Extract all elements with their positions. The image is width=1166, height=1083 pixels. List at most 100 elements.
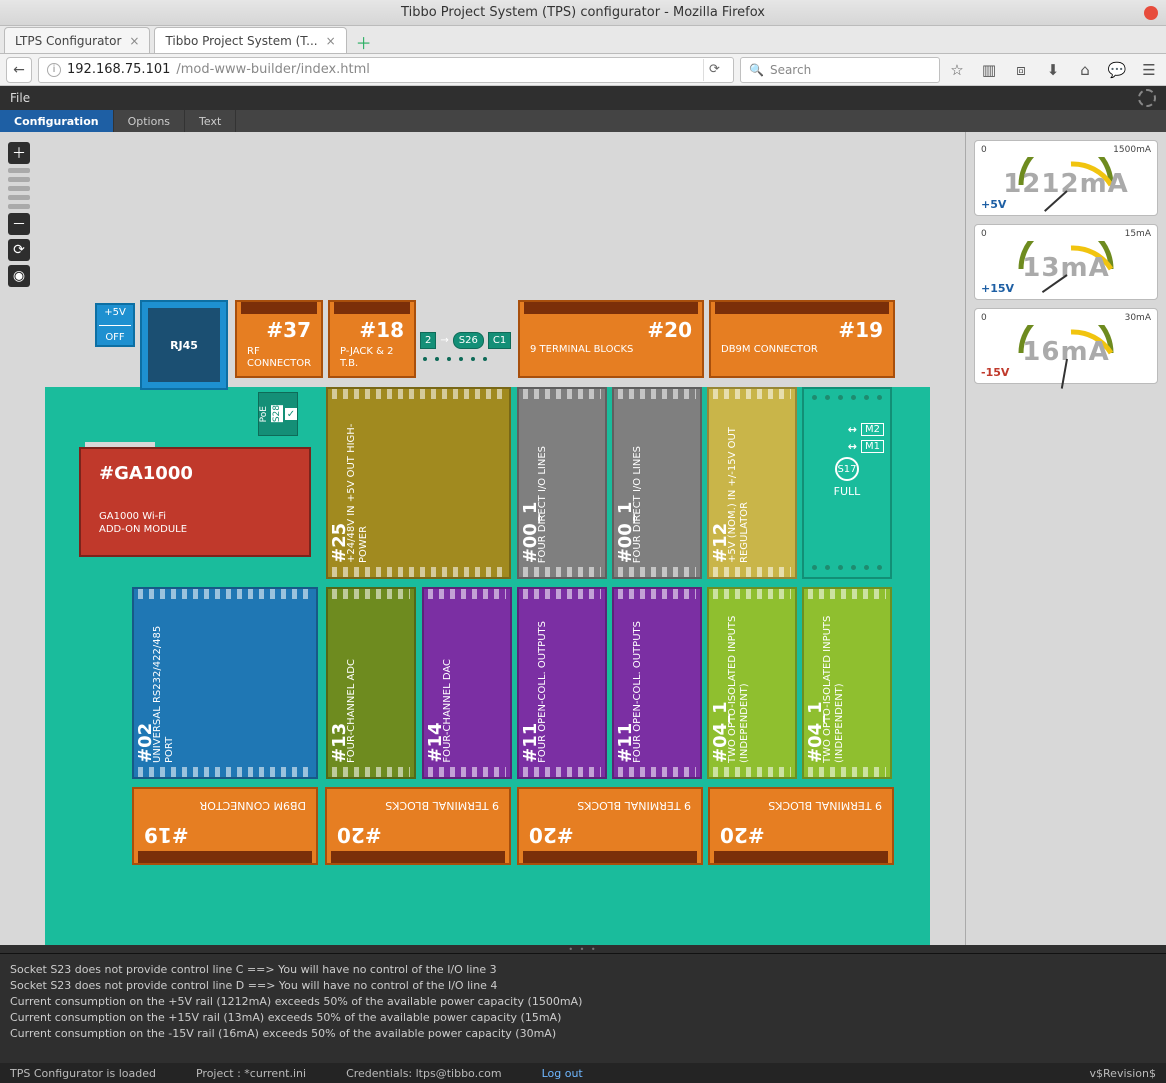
connector-label: 9 TERMINAL BLOCKS [530,344,692,356]
tab-text[interactable]: Text [185,110,236,132]
window-close-icon[interactable] [1144,6,1158,20]
slot-14[interactable]: #14FOUR-CHANNEL DAC [422,587,512,779]
slot-11-b[interactable]: #11FOUR OPEN-COLL. OUTPUTS [612,587,702,779]
zoom-step [8,195,30,200]
zoom-in-button[interactable]: ＋ [8,142,30,164]
tab-tps-configurator[interactable]: Tibbo Project System (T... × [154,27,346,53]
connector-19-bottom[interactable]: #19 DB9M CONNECTOR [132,787,318,865]
gauge-rail-label: +5V [981,198,1006,211]
search-input[interactable]: 🔍 Search [740,57,940,83]
zoom-out-button[interactable]: － [8,213,30,235]
status-bar: TPS Configurator is loaded Project : *cu… [0,1063,1166,1083]
status-message: TPS Configurator is loaded [10,1067,156,1080]
connector-37[interactable]: #37 RF CONNECTOR [235,300,323,378]
slot-label: FOUR-CHANNEL DAC [442,659,453,763]
poe-label: PoE [259,406,269,422]
connector-number: #20 [647,318,692,342]
slot-25[interactable]: #25+24/48V IN +5V OUT HIGH-POWER [326,387,511,579]
search-icon: 🔍 [749,63,764,77]
gauge-max: 30mA [1125,313,1151,323]
slot-number: #11 [620,625,632,763]
connector-20-bottom-c[interactable]: #20 9 TERMINAL BLOCKS [708,787,894,865]
gauge-max: 15mA [1125,229,1151,239]
slot-label: +24/48V IN +5V OUT HIGH-POWER [346,424,369,563]
gauge-plus15v: 015mA 13mA +15V [974,224,1158,300]
bookmark-icon[interactable]: ☆ [946,59,968,81]
download-icon[interactable]: ⬇ [1042,59,1064,81]
slot-04-b[interactable]: #04_1TWO OPTO-ISOLATED INPUTS (INDEPENDE… [802,587,892,779]
close-icon[interactable]: × [326,34,336,48]
rj45-label: RJ45 [148,308,220,382]
log-line: Current consumption on the -15V rail (16… [10,1026,1156,1042]
connector-label: 9 TERMINAL BLOCKS [385,799,499,812]
slot-02[interactable]: #02UNIVERSAL RS232/422/485 PORT [132,587,318,779]
logout-link[interactable]: Log out [542,1067,583,1080]
connector-19-top[interactable]: #19 DB9M CONNECTOR [709,300,895,378]
slot-13[interactable]: #13FOUR-CHANNEL ADC [326,587,416,779]
slot-12[interactable]: #12+5V (NOM.) IN +/-15V OUT REGULATOR [707,387,797,579]
psu-top-label: +5V [99,307,131,318]
connector-20-bottom-a[interactable]: #20 9 TERMINAL BLOCKS [325,787,511,865]
slot-00-a[interactable]: #00_1FOUR DIRECT I/O LINES [517,387,607,579]
view-button[interactable]: ◉ [8,265,30,287]
pocket-icon[interactable]: ⧈ [1010,59,1032,81]
url-input[interactable]: i 192.168.75.101/mod-www-builder/index.h… [38,57,734,83]
connector-number: #20 [529,823,574,847]
slot-11-a[interactable]: #11FOUR OPEN-COLL. OUTPUTS [517,587,607,779]
board-canvas[interactable]: ＋ － ⟳ ◉ +5V OFF RJ45 [0,132,966,945]
slot-00-b[interactable]: #00_1FOUR DIRECT I/O LINES [612,387,702,579]
mini-s2[interactable]: 2 [420,332,436,349]
log-console[interactable]: Socket S23 does not provide control line… [0,953,1166,1063]
connector-20-bottom-b[interactable]: #20 9 TERMINAL BLOCKS [517,787,703,865]
info-icon[interactable]: i [47,63,61,77]
mini-c1[interactable]: C1 [488,332,511,349]
log-line: Current consumption on the +5V rail (121… [10,994,1156,1010]
slot-number: #25 [334,407,346,563]
menu-icon[interactable]: ☰ [1138,59,1160,81]
library-icon[interactable]: ▥ [978,59,1000,81]
chat-icon[interactable]: 💬 [1106,59,1128,81]
module-ga1000[interactable]: #GA1000 GA1000 Wi-FiADD-ON MODULE [79,447,311,557]
search-placeholder: Search [770,63,811,77]
gauge-min: 0 [981,145,987,155]
connector-label: DB9M CONNECTOR [721,344,883,356]
connector-18[interactable]: #18 P-JACK & 2 T.B. [328,300,416,378]
mini-s26[interactable]: S26 [453,332,484,349]
reload-icon[interactable]: ⟳ [703,59,725,81]
home-icon[interactable]: ⌂ [1074,59,1096,81]
slot-label: FOUR OPEN-COLL. OUTPUTS [632,621,643,763]
connector-20-top[interactable]: #20 9 TERMINAL BLOCKS [518,300,704,378]
slot-label: FOUR-CHANNEL ADC [346,659,357,763]
log-line: Current consumption on the +15V rail (13… [10,1010,1156,1026]
rj45-connector[interactable]: RJ45 [140,300,228,390]
ga-title: #GA1000 [99,463,291,484]
gauge-rail-label: -15V [981,366,1009,379]
m1-label: M1 [861,440,884,453]
slot-s17[interactable]: ↔M2 ↔M1 S17 FULL [802,387,892,579]
psu-toggle[interactable]: +5V OFF [95,303,135,347]
slot-number: #02 [140,607,152,763]
status-project: Project : *current.ini [196,1067,306,1080]
zoom-step [8,168,30,173]
console-resize-handle[interactable]: • • • [0,945,1166,953]
canvas-toolbar: ＋ － ⟳ ◉ [8,142,32,287]
poe-toggle[interactable]: PoE S28 ✓ [258,392,298,436]
mini-dots [423,357,487,361]
slot-number: #13 [334,663,346,763]
gauge-max: 1500mA [1113,145,1151,155]
psu-bottom-label: OFF [99,332,131,343]
refresh-button[interactable]: ⟳ [8,239,30,261]
connector-number: #20 [720,823,765,847]
tab-configuration[interactable]: Configuration [0,110,114,132]
new-tab-button[interactable]: ＋ [353,31,375,53]
menu-file[interactable]: File [10,91,30,105]
workspace: ＋ － ⟳ ◉ +5V OFF RJ45 [0,132,1166,945]
app-menu-bar: File [0,86,1166,110]
gauge-rail-label: +15V [981,282,1014,295]
back-button[interactable]: ← [6,57,32,83]
close-icon[interactable]: × [129,34,139,48]
tab-ltps-configurator[interactable]: LTPS Configurator × [4,27,150,53]
connector-number: #37 [266,318,311,342]
tab-options[interactable]: Options [114,110,185,132]
slot-04-a[interactable]: #04_1TWO OPTO-ISOLATED INPUTS (INDEPENDE… [707,587,797,779]
